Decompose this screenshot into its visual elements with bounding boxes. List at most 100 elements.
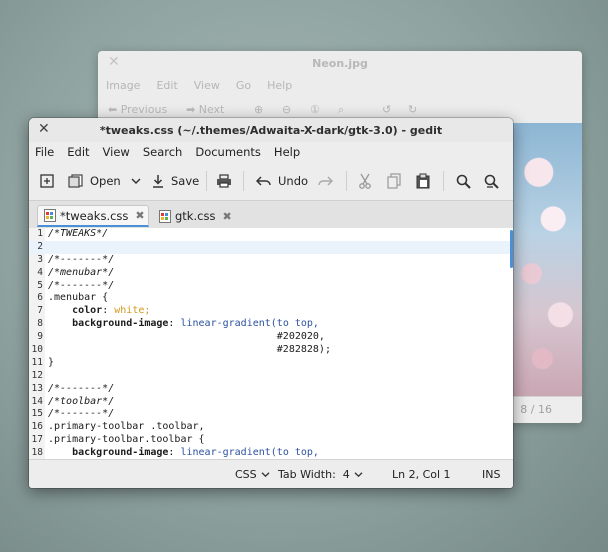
insert-mode: INS xyxy=(482,468,500,481)
viewer-menu-go[interactable]: Go xyxy=(236,75,251,97)
find-replace-icon xyxy=(484,174,499,189)
tab-label: *tweaks.css xyxy=(60,208,129,223)
photo-canvas xyxy=(510,123,582,397)
menu-search[interactable]: Search xyxy=(143,142,183,162)
line-number: 6 xyxy=(37,292,43,304)
language-selector[interactable]: CSS xyxy=(235,468,270,481)
save-button[interactable]: Save xyxy=(152,171,199,191)
find-replace-button[interactable] xyxy=(484,171,500,191)
viewer-next-button[interactable]: ➡ Next xyxy=(186,103,224,116)
new-document-button[interactable] xyxy=(40,171,54,191)
menu-view[interactable]: View xyxy=(103,142,130,162)
chevron-down-icon[interactable] xyxy=(131,177,141,185)
search-icon xyxy=(456,174,471,189)
code-line: 8 background-image: linear-gradient(to t… xyxy=(29,318,513,331)
zoom-out-icon[interactable]: ⊖ xyxy=(282,103,291,116)
line-number: 10 xyxy=(31,344,43,356)
toolbar-separator xyxy=(346,171,347,191)
insert-mode-label: INS xyxy=(482,468,501,481)
statusbar: CSS Tab Width: 4 Ln 2, Col 1 INS xyxy=(29,459,513,488)
line-number: 2 xyxy=(37,240,43,252)
css-file-icon xyxy=(159,209,171,223)
rotate-left-icon[interactable]: ↺ xyxy=(382,103,391,116)
copy-button[interactable] xyxy=(387,171,401,191)
menu-edit[interactable]: Edit xyxy=(67,142,89,162)
zoom-in-icon[interactable]: ⊕ xyxy=(254,103,263,116)
redo-icon xyxy=(318,176,333,186)
line-number: 3 xyxy=(37,253,43,265)
tab-close-icon[interactable]: ✖ xyxy=(222,210,231,223)
line-text: .primary-toolbar .toolbar, xyxy=(48,421,205,433)
code-line: 13 /*-------*/ xyxy=(29,383,513,396)
line-text: .menubar { xyxy=(48,292,109,304)
line-text: /*TWEAKS*/ xyxy=(48,228,109,239)
line-number: 17 xyxy=(31,434,43,446)
line-number: 5 xyxy=(37,279,43,291)
line-number: 14 xyxy=(31,395,43,407)
line-number: 11 xyxy=(31,356,43,368)
menu-documents[interactable]: Documents xyxy=(195,142,261,162)
cursor-position: Ln 2, Col 1 xyxy=(392,468,451,481)
open-label: Open xyxy=(90,174,121,188)
viewer-menu-view[interactable]: View xyxy=(194,75,220,97)
viewer-title: Neon.jpg xyxy=(312,57,368,70)
redo-button[interactable] xyxy=(317,171,333,191)
paste-button[interactable] xyxy=(416,171,430,191)
zoom-normal-icon[interactable]: ① xyxy=(310,103,320,116)
code-line: 4 /*menubar*/ xyxy=(29,267,513,280)
viewer-previous-button[interactable]: ⬅ Previous xyxy=(108,103,167,116)
menu-file[interactable]: File xyxy=(35,142,54,162)
tab-width-selector[interactable]: Tab Width: 4 xyxy=(278,468,363,481)
toolbar-separator xyxy=(206,171,207,191)
text-editor[interactable]: 1 /*TWEAKS*/ 2 3 /*-------*/ 4 /*menubar*/ 5 /*-… xyxy=(29,228,513,460)
menu-help[interactable]: Help xyxy=(274,142,300,162)
find-button[interactable] xyxy=(456,171,471,191)
open-button[interactable]: Open xyxy=(68,171,141,191)
scissors-icon xyxy=(359,173,371,189)
line-number: 13 xyxy=(31,382,43,394)
viewer-menu-image[interactable]: Image xyxy=(106,75,140,97)
viewer-previous-label: Previous xyxy=(120,103,168,116)
line-number: 8 xyxy=(37,318,43,330)
code-line: 9 #202020, xyxy=(29,331,513,344)
code-line: 3 /*-------*/ xyxy=(29,254,513,267)
undo-button[interactable]: Undo xyxy=(256,171,308,191)
viewer-menubar: Image Edit View Go Help xyxy=(98,75,582,97)
new-document-icon xyxy=(40,174,54,188)
code-line: 1 /*TWEAKS*/ xyxy=(29,228,513,241)
tab-close-icon[interactable]: ✖ xyxy=(135,209,144,222)
line-text: /*toolbar*/ xyxy=(48,395,115,407)
line-text: color: white; xyxy=(72,305,151,317)
scrollbar[interactable] xyxy=(510,230,513,268)
cut-button[interactable] xyxy=(358,171,372,191)
line-number: 15 xyxy=(31,408,43,420)
tab-tweaks-css[interactable]: *tweaks.css ✖ xyxy=(37,205,149,227)
line-text: /*-------*/ xyxy=(48,253,115,265)
viewer-menu-edit[interactable]: Edit xyxy=(156,75,177,97)
print-button[interactable] xyxy=(216,171,232,191)
css-file-icon xyxy=(44,209,56,222)
viewer-titlebar: ✕ Neon.jpg xyxy=(98,51,582,75)
clipboard-icon xyxy=(416,173,430,189)
language-label: CSS xyxy=(235,468,257,481)
line-text: /*-------*/ xyxy=(48,382,115,394)
viewer-menu-help[interactable]: Help xyxy=(267,75,292,97)
code-line: 7 color: white; xyxy=(29,305,513,318)
toolbar: Open Save Undo xyxy=(29,162,513,201)
line-text: #282828); xyxy=(48,344,331,356)
zoom-fit-icon[interactable]: ⌕ xyxy=(338,103,344,117)
line-number: 12 xyxy=(31,369,43,381)
chevron-down-icon xyxy=(261,472,270,478)
line-text: background-image: linear-gradient(to top… xyxy=(72,318,319,330)
save-arrow-icon xyxy=(153,175,163,188)
rotate-right-icon[interactable]: ↻ xyxy=(408,103,417,116)
document-tabs: *tweaks.css ✖ gtk.css ✖ xyxy=(29,201,513,229)
line-number: 1 xyxy=(37,228,43,239)
tab-gtk-css[interactable]: gtk.css ✖ xyxy=(153,205,237,227)
image-counter: 8 / 16 xyxy=(520,403,552,416)
line-text: /*-------*/ xyxy=(48,279,115,291)
cursor-position-label: Ln 2, Col 1 xyxy=(392,468,451,481)
line-text: .primary-toolbar.toolbar { xyxy=(48,434,205,446)
code-line: 12 xyxy=(29,370,513,383)
line-number: 16 xyxy=(31,421,43,433)
